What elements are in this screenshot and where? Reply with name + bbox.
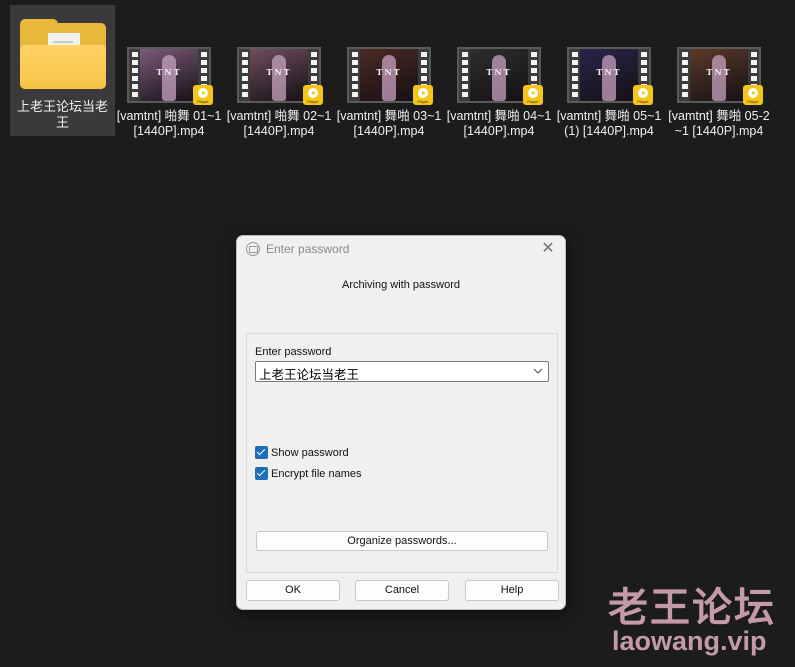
film-strip-icon bbox=[239, 49, 250, 101]
thumbnail-text: TNT bbox=[706, 67, 732, 77]
close-button[interactable]: ✕ bbox=[539, 240, 557, 258]
file-name: [vamtnt] 舞啪 05-2~1 [1440P].mp4 bbox=[668, 109, 770, 138]
organize-passwords-button[interactable]: Organize passwords... bbox=[256, 531, 548, 551]
desktop: 上老王论坛当老王 TNT Player [vamtnt] 啪舞 01~1 [1440… bbox=[0, 0, 795, 667]
file-name: [vamtnt] 啪舞 02~1 [1440P].mp4 bbox=[226, 109, 332, 138]
folder-item[interactable]: 上老王论坛当老王 bbox=[10, 5, 115, 136]
ok-button[interactable]: OK bbox=[246, 580, 340, 601]
watermark-cn: 老王论坛 bbox=[608, 585, 776, 631]
encrypt-names-label[interactable]: Encrypt file names bbox=[271, 468, 361, 480]
folder-icon bbox=[19, 19, 106, 89]
player-play-icon: Player bbox=[303, 85, 323, 105]
video-thumbnail: TNT Player bbox=[677, 47, 763, 105]
video-thumbnail: TNT Player bbox=[237, 47, 323, 105]
show-password-label[interactable]: Show password bbox=[271, 447, 349, 459]
dialog-subtitle: Archiving with password bbox=[342, 279, 460, 291]
film-strip-icon bbox=[569, 49, 580, 101]
show-password-row[interactable]: Show password bbox=[255, 446, 349, 459]
file-name: [vamtnt] 舞啪 03~1 [1440P].mp4 bbox=[336, 109, 442, 138]
password-combobox[interactable]: 上老王论坛当老王 bbox=[255, 361, 549, 382]
video-file-item[interactable]: TNT Player [vamtnt] 舞啪 04~1 [1440P].mp4 bbox=[444, 5, 554, 139]
thumbnail-frame: TNT bbox=[140, 49, 198, 101]
encrypt-names-checkbox[interactable] bbox=[255, 467, 268, 480]
file-name: [vamtnt] 舞啪 05~1(1) [1440P].mp4 bbox=[556, 109, 662, 138]
watermark-en: laowang.vip bbox=[612, 626, 767, 656]
film-strip-icon bbox=[129, 49, 140, 101]
video-file-item[interactable]: TNT Player [vamtnt] 啪舞 02~1 [1440P].mp4 bbox=[224, 5, 334, 139]
cancel-button[interactable]: Cancel bbox=[355, 580, 449, 601]
thumbnail-text: TNT bbox=[266, 67, 292, 77]
video-thumbnail: TNT Player bbox=[457, 47, 543, 105]
show-password-checkbox[interactable] bbox=[255, 446, 268, 459]
dialog-titlebar[interactable]: Enter password ✕ bbox=[237, 236, 565, 264]
password-group: Enter password 上老王论坛当老王 Show password En… bbox=[246, 333, 558, 573]
thumbnail-text: TNT bbox=[156, 67, 182, 77]
thumbnail-frame: TNT bbox=[580, 49, 638, 101]
thumbnail-frame: TNT bbox=[690, 49, 748, 101]
app-icon bbox=[246, 242, 260, 256]
password-value[interactable]: 上老王论坛当老王 bbox=[259, 364, 359, 383]
player-play-icon: Player bbox=[523, 85, 543, 105]
video-thumbnail: TNT Player bbox=[347, 47, 433, 105]
enter-password-dialog: Enter password ✕ Archiving with password… bbox=[236, 235, 566, 610]
player-play-icon: Player bbox=[193, 85, 213, 105]
video-file-item[interactable]: TNT Player [vamtnt] 舞啪 05~1(1) [1440P].mp4 bbox=[554, 5, 664, 139]
film-strip-icon bbox=[349, 49, 360, 101]
chevron-down-icon[interactable] bbox=[532, 365, 544, 377]
thumbnail-frame: TNT bbox=[360, 49, 418, 101]
thumbnail-frame: TNT bbox=[470, 49, 528, 101]
video-thumbnail: TNT Player bbox=[567, 47, 653, 105]
folder-name: 上老王论坛当老王 bbox=[16, 99, 108, 130]
player-play-icon: Player bbox=[743, 85, 763, 105]
film-strip-icon bbox=[459, 49, 470, 101]
video-file-item[interactable]: TNT Player [vamtnt] 舞啪 03~1 [1440P].mp4 bbox=[334, 5, 444, 139]
help-button[interactable]: Help bbox=[465, 580, 559, 601]
video-file-item[interactable]: TNT Player [vamtnt] 舞啪 05-2~1 [1440P].mp4 bbox=[664, 5, 774, 139]
dialog-title: Enter password bbox=[266, 242, 350, 256]
thumbnail-text: TNT bbox=[596, 67, 622, 77]
file-name: [vamtnt] 舞啪 04~1 [1440P].mp4 bbox=[446, 109, 552, 138]
video-thumbnail: TNT Player bbox=[127, 47, 213, 105]
encrypt-names-row[interactable]: Encrypt file names bbox=[255, 467, 361, 480]
thumbnail-text: TNT bbox=[376, 67, 402, 77]
player-play-icon: Player bbox=[633, 85, 653, 105]
file-name: [vamtnt] 啪舞 01~1 [1440P].mp4 bbox=[116, 109, 222, 138]
film-strip-icon bbox=[679, 49, 690, 101]
thumbnail-frame: TNT bbox=[250, 49, 308, 101]
player-play-icon: Player bbox=[413, 85, 433, 105]
password-label: Enter password bbox=[255, 346, 332, 358]
thumbnail-text: TNT bbox=[486, 67, 512, 77]
video-file-item[interactable]: TNT Player [vamtnt] 啪舞 01~1 [1440P].mp4 bbox=[114, 5, 224, 139]
